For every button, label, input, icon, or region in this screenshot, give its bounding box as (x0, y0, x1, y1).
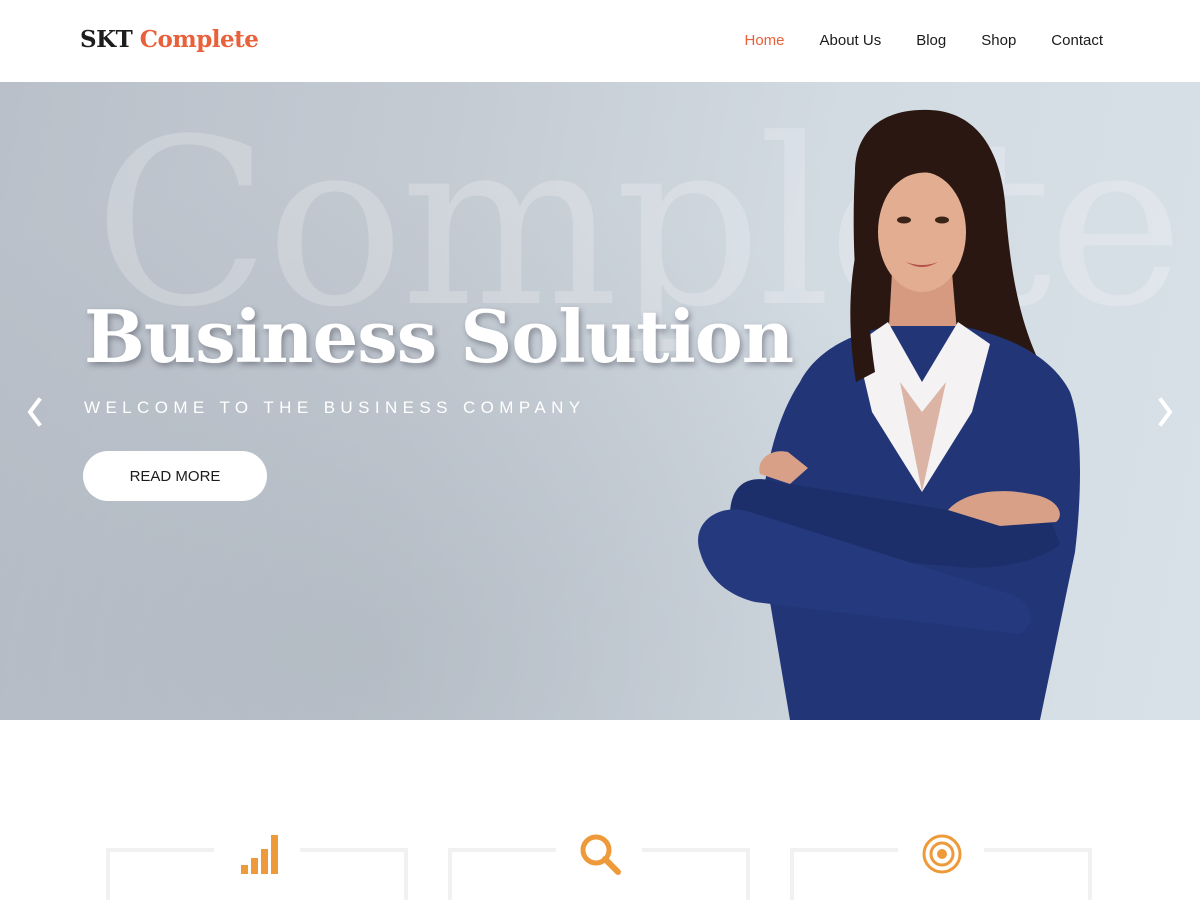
nav-item-home[interactable]: Home (745, 32, 785, 49)
nav-item-contact[interactable]: Contact (1051, 32, 1103, 49)
chevron-right-icon (1158, 397, 1173, 427)
search-icon (580, 834, 621, 875)
nav-item-shop[interactable]: Shop (981, 32, 1016, 49)
logo-text-accent: Complete (139, 26, 259, 53)
nav-item-about-us[interactable]: About Us (820, 32, 882, 49)
hero-title: Business Solution (84, 294, 794, 379)
main-nav: Home About Us Blog Shop Contact (710, 32, 1104, 49)
hero-slider: Complete Business Solution WELCOME TO TH… (0, 82, 1200, 720)
nav-item-blog[interactable]: Blog (916, 32, 946, 49)
hero-woman-image (698, 109, 1080, 720)
hero-subtitle: WELCOME TO THE BUSINESS COMPANY (84, 398, 586, 417)
target-icon (922, 834, 962, 874)
features-section (0, 720, 1200, 900)
site-logo[interactable]: SKT Complete (80, 26, 259, 53)
bar-chart-icon (241, 835, 278, 874)
read-more-button[interactable]: READ MORE (83, 451, 267, 501)
slider-next-button[interactable] (1154, 394, 1178, 430)
chevron-left-icon (27, 397, 42, 427)
logo-text-primary: SKT (80, 26, 133, 53)
site-header: SKT Complete Home About Us Blog Shop Con… (0, 0, 1200, 82)
slider-prev-button[interactable] (22, 394, 46, 430)
